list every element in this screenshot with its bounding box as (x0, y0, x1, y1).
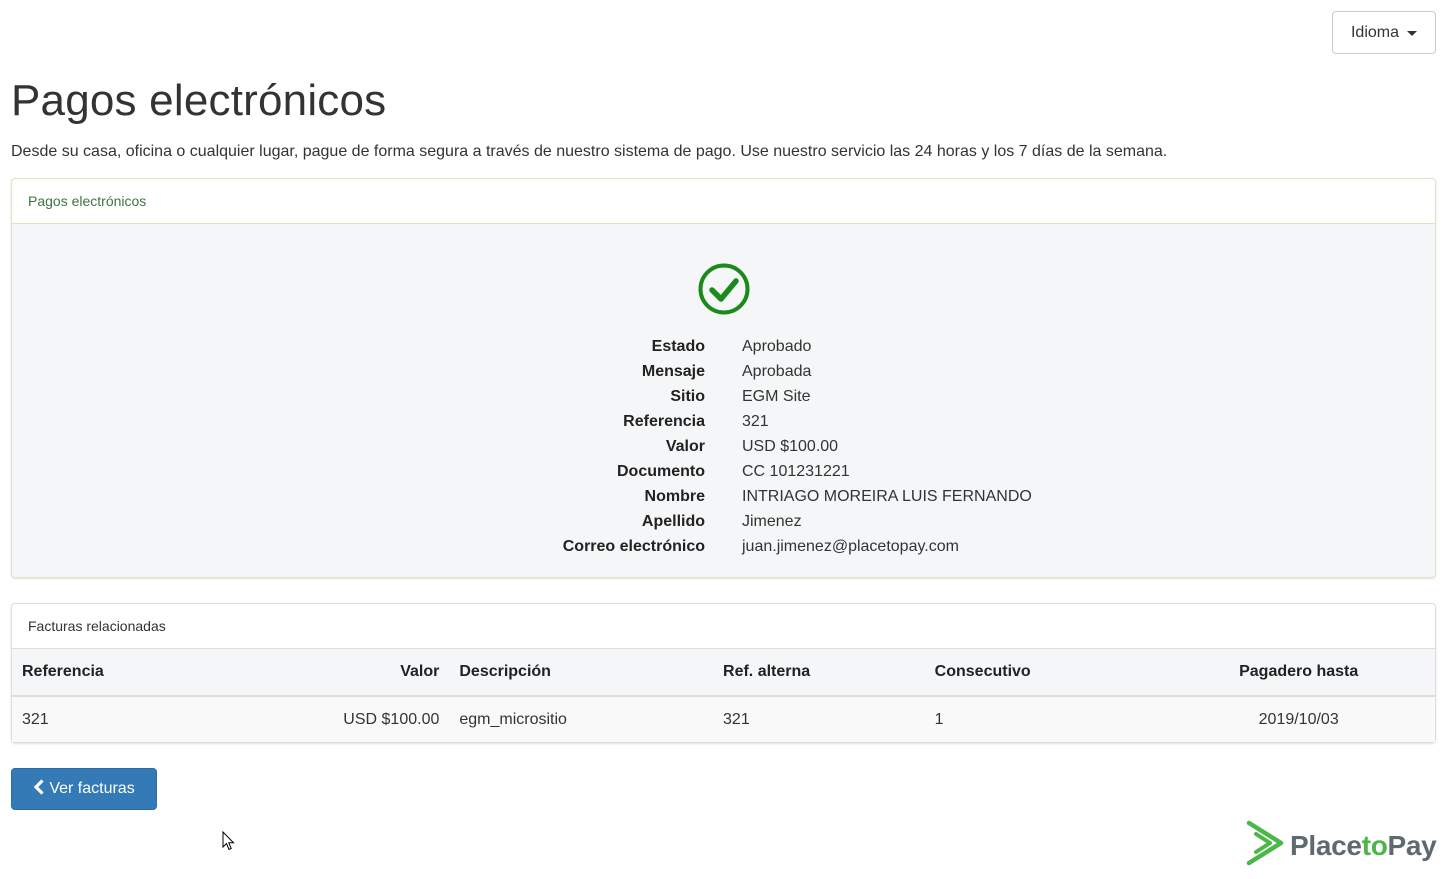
cell-referencia: 321 (22, 710, 49, 728)
column-header-valor: Valor (215, 649, 450, 697)
cell-valor: USD $100.00 (343, 710, 440, 728)
detail-row-mensaje: Mensaje Aprobada (12, 359, 1435, 384)
detail-label: Documento (617, 462, 705, 480)
detail-value: Aprobada (742, 362, 812, 380)
detail-row-estado: Estado Aprobado (12, 334, 1435, 359)
placetopay-logo-mark-icon (1246, 820, 1284, 871)
mouse-pointer-icon (222, 830, 235, 856)
detail-value: USD $100.00 (742, 437, 839, 455)
related-invoices-panel: Facturas relacionadas Referencia Valor D… (11, 603, 1436, 743)
detail-value: EGM Site (742, 387, 811, 405)
cell-consecutivo: 1 (934, 710, 944, 728)
language-dropdown-label: Idioma (1350, 23, 1400, 41)
column-header-referencia: Referencia (12, 649, 216, 697)
column-header-pagadero-hasta: Pagadero hasta (1162, 649, 1435, 697)
detail-value: Aprobado (742, 337, 812, 355)
detail-label: Nombre (644, 487, 705, 505)
cell-ref-alterna: 321 (723, 710, 750, 728)
detail-label: Apellido (641, 512, 705, 530)
detail-row-correo: Correo electrónico juan.jimenez@placetop… (12, 534, 1435, 559)
column-header-descripcion: Descripción (449, 649, 714, 697)
detail-label: Sitio (670, 387, 705, 405)
detail-value: INTRIAGO MOREIRA LUIS FERNANDO (742, 487, 1032, 505)
detail-label: Mensaje (641, 362, 705, 380)
placetopay-logo: PlacetoPay (1246, 820, 1437, 871)
invoices-panel-heading: Facturas relacionadas (12, 604, 1435, 649)
payment-panel-heading: Pagos electrónicos (12, 179, 1435, 224)
cell-descripcion: egm_micrositio (459, 710, 567, 728)
view-invoices-label: Ver facturas (49, 780, 135, 797)
detail-value: juan.jimenez@placetopay.com (742, 537, 959, 555)
page-title: Pagos electrónicos (11, 76, 387, 125)
detail-label: Estado (651, 337, 705, 355)
view-invoices-button[interactable]: Ver facturas (11, 768, 157, 810)
check-circle-icon (698, 263, 750, 315)
table-row: 321 USD $100.00 egm_micrositio 321 1 201… (12, 696, 1435, 742)
detail-label: Correo electrónico (562, 537, 705, 555)
placetopay-logo-text: PlacetoPay (1290, 829, 1437, 861)
language-dropdown[interactable]: Idioma (1332, 11, 1436, 54)
column-header-consecutivo: Consecutivo (924, 649, 1163, 697)
detail-label: Valor (665, 437, 705, 455)
detail-row-nombre: Nombre INTRIAGO MOREIRA LUIS FERNANDO (12, 484, 1435, 509)
detail-row-valor: Valor USD $100.00 (12, 434, 1435, 459)
invoices-table: Referencia Valor Descripción Ref. altern… (12, 649, 1435, 742)
column-header-ref-alterna: Ref. alterna (713, 649, 925, 697)
detail-row-documento: Documento CC 101231221 (12, 459, 1435, 484)
table-header-row: Referencia Valor Descripción Ref. altern… (12, 649, 1435, 697)
cell-pagadero-hasta: 2019/10/03 (1258, 710, 1339, 728)
detail-row-apellido: Apellido Jimenez (12, 509, 1435, 534)
payment-result-panel: Pagos electrónicos Estado Aprobado Mensa… (11, 178, 1436, 578)
detail-value: CC 101231221 (742, 462, 850, 480)
detail-row-referencia: Referencia 321 (12, 409, 1435, 434)
detail-row-sitio: Sitio EGM Site (12, 384, 1435, 409)
detail-value: Jimenez (742, 512, 802, 530)
chevron-left-icon (33, 778, 45, 800)
payment-details: Estado Aprobado Mensaje Aprobada Sitio E… (12, 334, 1435, 559)
detail-value: 321 (742, 412, 769, 430)
page-lead: Desde su casa, oficina o cualquier lugar… (11, 143, 1168, 160)
caret-down-icon (1407, 31, 1418, 36)
detail-label: Referencia (623, 412, 705, 430)
